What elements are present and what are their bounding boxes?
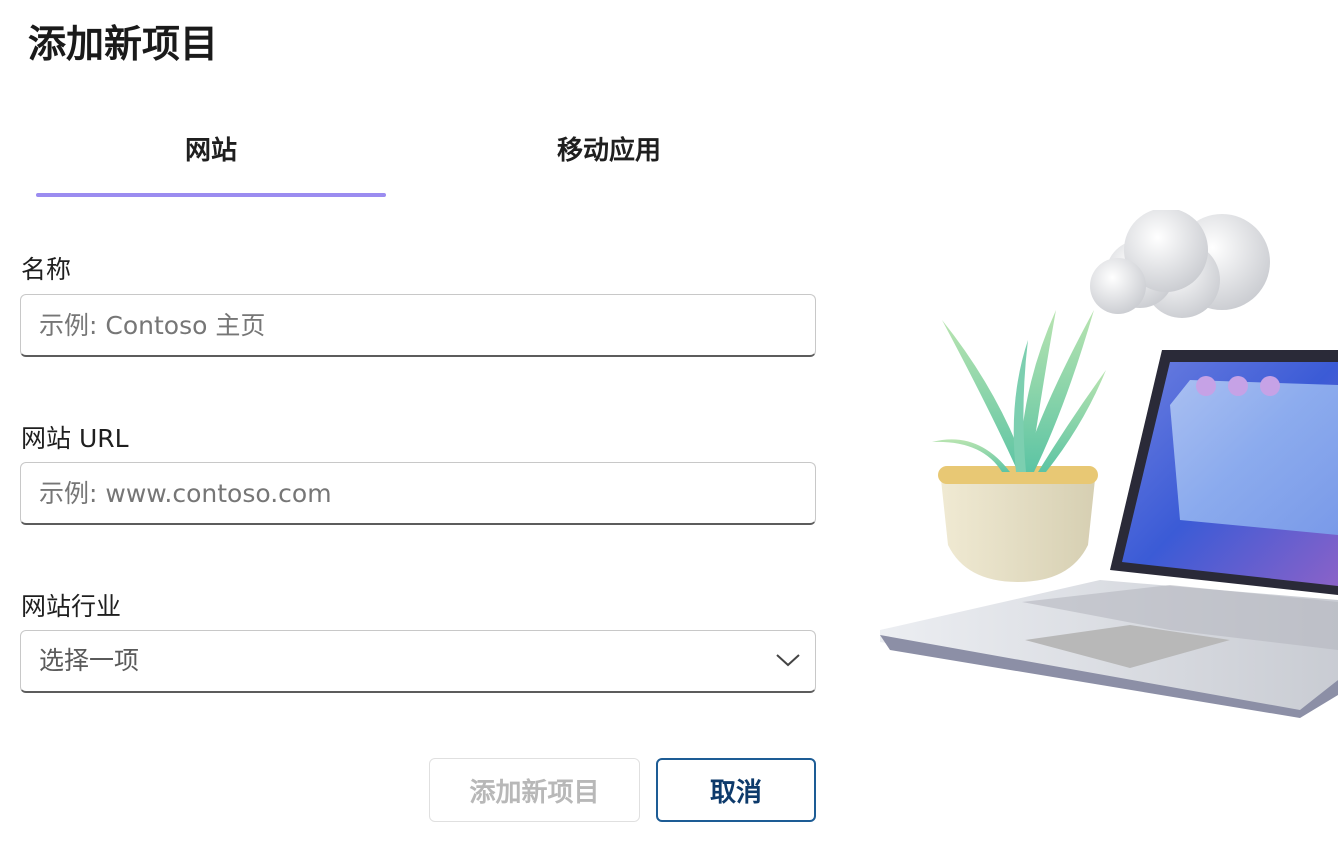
add-item-dialog: 添加新项目 网站 移动应用 名称 网站 URL 网站行业 选择一项 添加新项目 … — [0, 0, 1338, 848]
url-input[interactable] — [21, 463, 815, 523]
page-title: 添加新项目 — [28, 22, 219, 66]
name-input[interactable] — [21, 295, 815, 355]
industry-label: 网站行业 — [21, 592, 122, 621]
industry-select[interactable]: 选择一项 — [20, 630, 816, 693]
selected-tab-indicator — [36, 193, 386, 197]
name-field — [20, 294, 816, 357]
tab-bar: 网站 移动应用 — [36, 130, 816, 200]
name-label: 名称 — [21, 255, 72, 284]
url-label: 网站 URL — [21, 424, 129, 453]
tab-website[interactable]: 网站 — [36, 130, 386, 198]
tab-mobile-app[interactable]: 移动应用 — [434, 130, 784, 198]
add-item-button[interactable]: 添加新项目 — [429, 758, 640, 822]
url-field — [20, 462, 816, 525]
chevron-down-icon — [776, 654, 800, 667]
laptop-plant-illustration — [880, 210, 1338, 718]
cloud — [1090, 210, 1270, 318]
potted-plant — [932, 310, 1106, 582]
industry-select-value: 选择一项 — [39, 646, 140, 675]
cancel-button[interactable]: 取消 — [656, 758, 816, 822]
